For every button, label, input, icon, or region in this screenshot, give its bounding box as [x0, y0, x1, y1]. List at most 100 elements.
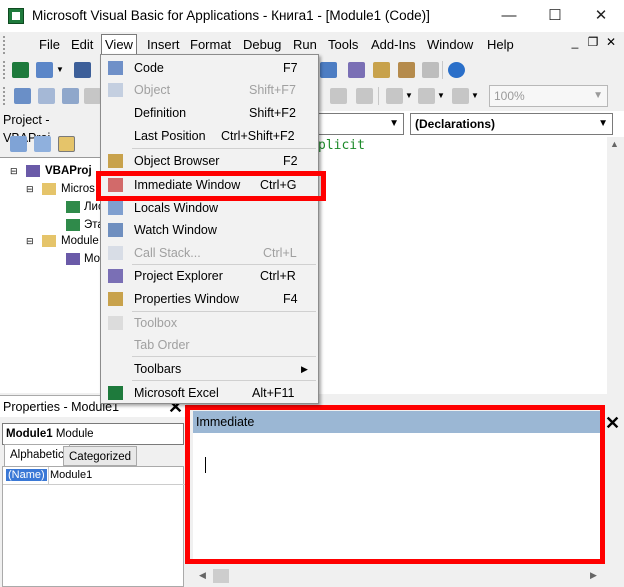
- center-icon[interactable]: [418, 88, 435, 104]
- dropdown-arrow-icon[interactable]: ▼: [437, 91, 445, 100]
- immediate-window-highlight: [185, 405, 605, 564]
- menu-item-call-stack: Call Stack... Ctrl+L: [101, 242, 318, 264]
- menu-item-shortcut: Ctrl+R: [260, 269, 296, 283]
- ungroup-icon[interactable]: [356, 88, 373, 104]
- view-excel-icon[interactable]: [12, 62, 29, 78]
- dropdown-arrow-icon[interactable]: ▼: [56, 65, 64, 74]
- menu-item-last-position[interactable]: Last Position Ctrl+Shift+F2: [101, 125, 318, 147]
- menu-item-shortcut: F2: [283, 154, 298, 168]
- property-name[interactable]: (Name): [6, 469, 47, 481]
- workbook-icon: [66, 219, 80, 231]
- align-icon[interactable]: [38, 88, 55, 104]
- code-line[interactable]: plicit: [318, 138, 365, 153]
- toolbar-grip-2[interactable]: [3, 87, 7, 105]
- code-vertical-scrollbar[interactable]: ▲: [607, 137, 624, 394]
- immediate-horizontal-scrollbar[interactable]: ◀ ▶: [193, 567, 604, 585]
- menu-item-microsoft-excel[interactable]: Microsoft Excel Alt+F11: [101, 382, 318, 404]
- menu-item-watch-window[interactable]: Watch Window: [101, 219, 318, 241]
- menu-item-label: Object Browser: [134, 154, 220, 168]
- menu-run[interactable]: Run: [292, 36, 318, 54]
- menu-item-shortcut: F4: [283, 292, 298, 306]
- menu-file[interactable]: File: [38, 36, 61, 54]
- dropdown-arrow-icon[interactable]: ▼: [405, 91, 413, 100]
- toolbox-icon[interactable]: [422, 62, 439, 78]
- tree-item-module[interactable]: Mo: [84, 253, 100, 265]
- mdi-restore-button[interactable]: ❐: [584, 35, 602, 49]
- menu-item-object: Object Shift+F7: [101, 79, 318, 101]
- menu-item-code[interactable]: Code F7: [101, 57, 318, 79]
- tab-alphabetic[interactable]: Alphabetic: [4, 444, 70, 466]
- maximize-button[interactable]: ☐: [532, 0, 578, 32]
- format-icon[interactable]: [84, 88, 101, 104]
- properties-object-type: Module: [55, 428, 94, 440]
- zoom-combo[interactable]: 100% ▼: [489, 85, 608, 107]
- menu-item-shortcut: Ctrl+Shift+F2: [221, 129, 295, 143]
- tree-folder-objects[interactable]: Micros: [61, 183, 95, 195]
- mdi-minimize-button[interactable]: _: [566, 35, 584, 49]
- close-button[interactable]: ✕: [578, 0, 624, 32]
- tree-root-label[interactable]: VBAProj: [45, 165, 92, 177]
- menu-item-toolbars[interactable]: Toolbars ▶: [101, 358, 318, 380]
- menu-debug[interactable]: Debug: [242, 36, 282, 54]
- properties-object-select[interactable]: Module1 Module: [2, 423, 184, 445]
- outdent-icon[interactable]: [62, 88, 79, 104]
- toolbar-grip[interactable]: [3, 61, 7, 79]
- menu-item-object-browser[interactable]: Object Browser F2: [101, 150, 318, 172]
- design-mode-icon[interactable]: [320, 62, 337, 78]
- toggle-folders-icon[interactable]: [58, 136, 75, 152]
- align-left-icon[interactable]: [386, 88, 403, 104]
- tree-folder-modules[interactable]: Module: [61, 235, 99, 247]
- scroll-thumb[interactable]: [213, 569, 229, 583]
- immediate-close-button[interactable]: ✕: [605, 414, 620, 432]
- menu-add-ins[interactable]: Add-Ins: [370, 36, 417, 54]
- grid-row-line: [3, 484, 185, 485]
- size-icon[interactable]: [452, 88, 469, 104]
- collapse-icon[interactable]: ⊟: [26, 184, 34, 195]
- object-combo[interactable]: ▼: [318, 113, 404, 135]
- code-window[interactable]: ▼ (Declarations) ▼ plicit ▲: [318, 111, 624, 394]
- menu-window[interactable]: Window: [426, 36, 474, 54]
- menu-item-definition[interactable]: Definition Shift+F2: [101, 102, 318, 124]
- collapse-icon[interactable]: ⊟: [10, 166, 18, 177]
- menu-view[interactable]: View: [101, 34, 137, 56]
- property-value[interactable]: Module1: [50, 469, 92, 481]
- dropdown-arrow-icon[interactable]: ▼: [471, 91, 479, 100]
- collapse-icon[interactable]: ⊟: [26, 236, 34, 247]
- properties-window-icon[interactable]: [373, 62, 390, 78]
- help-icon[interactable]: [448, 62, 465, 78]
- insert-userform-icon[interactable]: [36, 62, 53, 78]
- menu-insert[interactable]: Insert: [146, 36, 181, 54]
- menu-item-label: Properties Window: [134, 292, 239, 306]
- excel-icon: [108, 386, 123, 400]
- menu-item-label: Watch Window: [134, 223, 217, 237]
- save-icon[interactable]: [74, 62, 91, 78]
- menu-item-project-explorer[interactable]: Project Explorer Ctrl+R: [101, 265, 318, 287]
- submenu-arrow-icon: ▶: [301, 364, 308, 374]
- view-object-icon[interactable]: [34, 136, 51, 152]
- menu-item-properties-window[interactable]: Properties Window F4: [101, 288, 318, 310]
- tab-categorized[interactable]: Categorized: [63, 446, 138, 466]
- project-explorer-icon[interactable]: [348, 62, 365, 78]
- menu-separator: [132, 356, 316, 357]
- menu-format[interactable]: Format: [189, 36, 232, 54]
- group-icon[interactable]: [330, 88, 347, 104]
- chevron-down-icon[interactable]: ▼: [389, 114, 399, 134]
- chevron-down-icon[interactable]: ▼: [593, 86, 603, 106]
- scroll-left-icon[interactable]: ◀: [199, 570, 206, 581]
- menu-help[interactable]: Help: [486, 36, 515, 54]
- window-title: Microsoft Visual Basic for Applications …: [32, 8, 430, 23]
- menubar-grip[interactable]: [3, 36, 7, 54]
- scroll-right-icon[interactable]: ▶: [590, 570, 597, 581]
- scroll-up-icon[interactable]: ▲: [610, 139, 619, 149]
- procedure-combo[interactable]: (Declarations) ▼: [410, 113, 613, 135]
- indent-icon[interactable]: [14, 88, 31, 104]
- folder-icon: [42, 183, 56, 195]
- minimize-button[interactable]: —: [486, 0, 532, 32]
- mdi-close-button[interactable]: ✕: [602, 35, 620, 49]
- chevron-down-icon[interactable]: ▼: [598, 114, 608, 134]
- view-code-icon[interactable]: [10, 136, 27, 152]
- menu-tools[interactable]: Tools: [327, 36, 359, 54]
- menu-edit[interactable]: Edit: [70, 36, 94, 54]
- object-browser-icon[interactable]: [398, 62, 415, 78]
- menu-item-label: Toolbars: [134, 362, 182, 376]
